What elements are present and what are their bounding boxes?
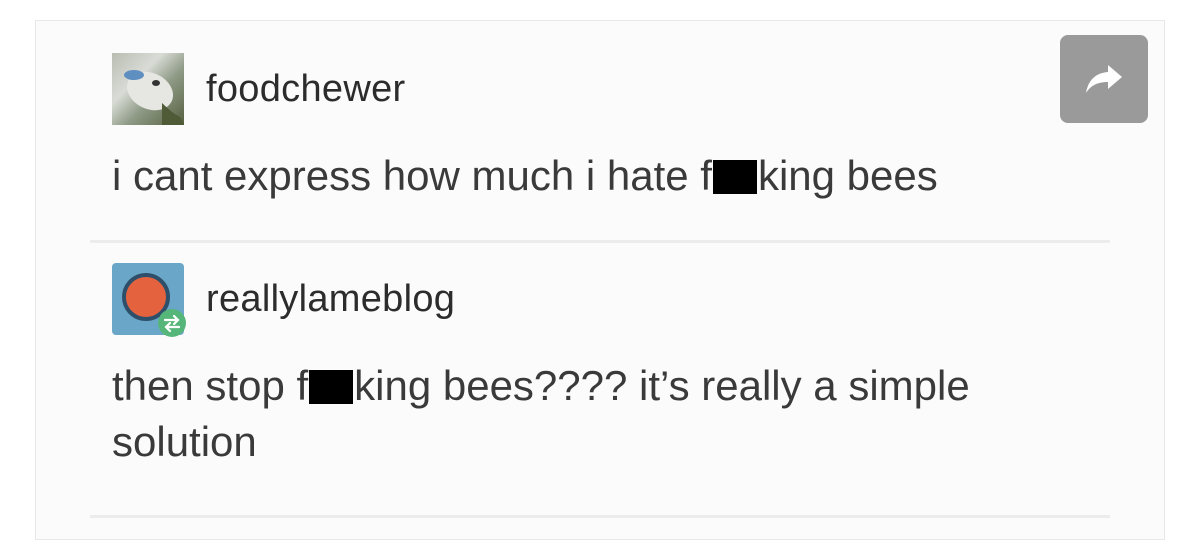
post-text: i cant express how much i hate f king bee… [90,148,1072,204]
post-reallylameblog: reallylameblog then stop f king bees???? … [90,260,1110,470]
divider [90,240,1110,243]
post-header: reallylameblog [90,260,1110,338]
dog-avatar-image [124,70,184,125]
censor-bar [712,160,757,194]
post-foodchewer: foodchewer i cant express how much i hat… [90,50,1110,204]
post-text-before: i cant express how much i hate f [112,152,712,199]
reblog-avatar-image [122,273,186,337]
post-header: foodchewer [90,50,1110,128]
username[interactable]: foodchewer [206,68,405,111]
post-text-after: king bees [757,152,938,199]
reblog-avatar-icon[interactable] [112,263,186,337]
divider [90,515,1110,518]
post-text: then stop f king bees???? it’s really a s… [90,358,1072,470]
username[interactable]: reallylameblog [206,278,455,321]
post-text-before: then stop f [112,362,309,409]
censor-bar [309,370,354,404]
dog-avatar-icon[interactable] [112,53,184,125]
